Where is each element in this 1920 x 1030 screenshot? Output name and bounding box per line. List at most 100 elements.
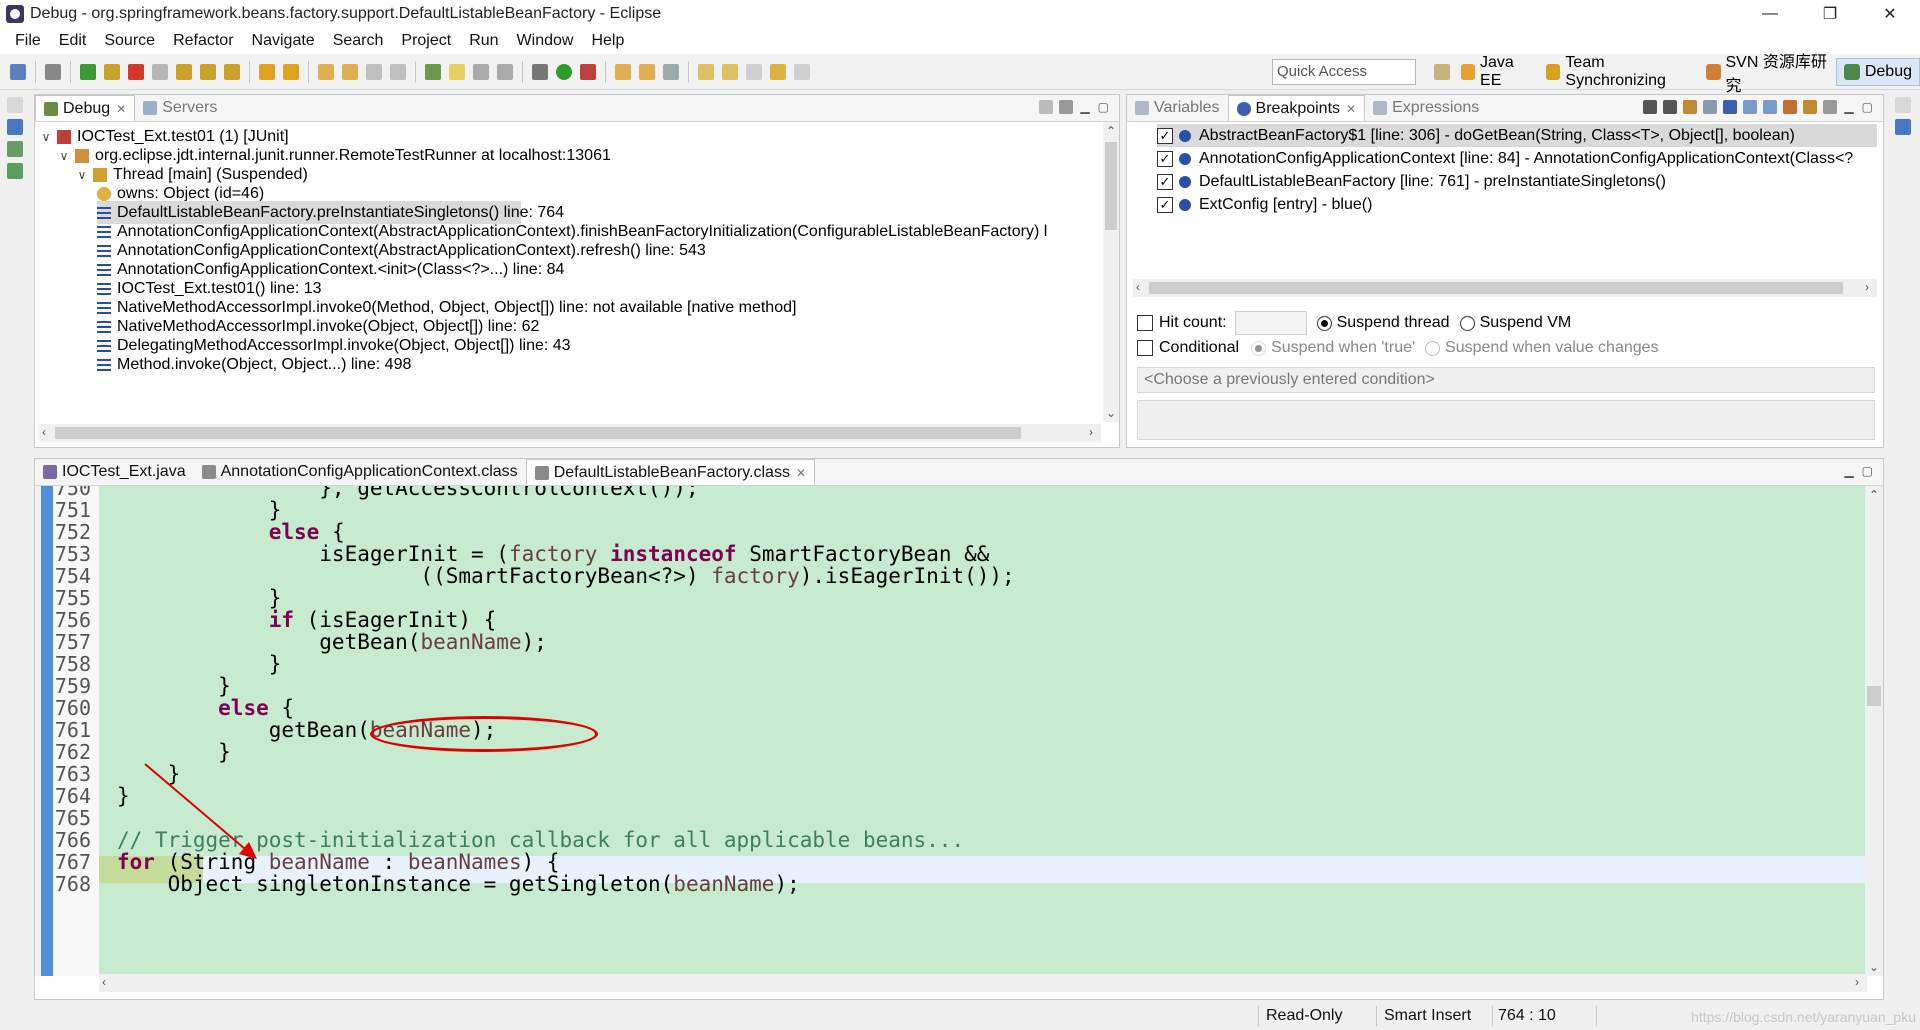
code-line[interactable]: } <box>117 783 130 810</box>
scroll-down-icon[interactable]: ⌄ <box>1106 406 1116 420</box>
remove-terminated-icon[interactable] <box>1039 100 1054 114</box>
annotation-ruler[interactable] <box>35 486 53 976</box>
scroll-down-icon[interactable]: ⌄ <box>1869 960 1879 974</box>
navigator-icon[interactable] <box>7 163 23 179</box>
breakpoints-horizontal-scrollbar[interactable]: ‹ › <box>1133 279 1877 297</box>
block-selection-icon[interactable] <box>473 63 489 80</box>
suspend-value-changes-radio[interactable] <box>1425 340 1441 356</box>
close-tab-icon[interactable]: ✕ <box>1346 102 1356 116</box>
menu-run[interactable]: Run <box>460 32 507 50</box>
debug-run-icon[interactable] <box>532 63 548 80</box>
collapse-icon[interactable]: ∨ <box>39 130 53 144</box>
condition-history-dropdown[interactable]: <Choose a previously entered condition> <box>1137 367 1875 393</box>
maximize-view-icon[interactable]: ▢ <box>1862 100 1873 114</box>
menu-edit[interactable]: Edit <box>50 32 96 50</box>
breakpoint-checkbox[interactable]: ✓ <box>1157 127 1173 144</box>
condition-text-area[interactable] <box>1137 400 1875 440</box>
package-explorer-icon[interactable] <box>7 119 23 135</box>
annotation-next-icon[interactable] <box>698 63 714 80</box>
resume-icon[interactable] <box>80 63 96 80</box>
terminate-icon[interactable] <box>128 63 144 80</box>
open-perspective-icon[interactable] <box>1434 64 1450 80</box>
perspective-debug[interactable]: Debug <box>1835 58 1920 86</box>
print-icon[interactable] <box>366 63 382 80</box>
perspective-team-sync[interactable]: Team Synchronizing <box>1539 54 1699 89</box>
disconnect-icon[interactable] <box>152 63 168 80</box>
stack-frame[interactable]: Method.invoke(Object, Object...) line: 4… <box>97 353 411 376</box>
collapse-all-icon[interactable] <box>1763 100 1778 114</box>
tab-variables[interactable]: Variables <box>1127 95 1228 121</box>
link-with-debug-view-icon[interactable] <box>1783 100 1798 114</box>
scroll-right-icon[interactable]: › <box>1089 425 1093 439</box>
editor-horizontal-scrollbar[interactable]: ‹ › <box>99 974 1867 992</box>
scrollbar-thumb[interactable] <box>55 427 1021 439</box>
maximize-view-icon[interactable]: ▢ <box>1098 100 1109 114</box>
close-button[interactable]: ✕ <box>1860 0 1920 28</box>
forward-icon[interactable] <box>770 63 786 80</box>
new-wizard-icon[interactable] <box>318 63 334 80</box>
save-icon[interactable] <box>10 63 26 80</box>
tab-debug[interactable]: Debug ✕ <box>35 95 136 121</box>
mark-occurrences-icon[interactable] <box>449 63 465 80</box>
menu-search[interactable]: Search <box>324 32 393 50</box>
project-explorer-icon[interactable] <box>7 141 23 157</box>
scroll-left-icon[interactable]: ‹ <box>102 975 106 989</box>
hit-count-checkbox[interactable] <box>1137 315 1153 331</box>
restore-view-icon[interactable] <box>1895 97 1911 113</box>
scrollbar-thumb[interactable] <box>1867 686 1881 706</box>
remove-all-breakpoints-icon[interactable] <box>1663 100 1678 114</box>
restore-view-icon[interactable] <box>7 97 23 113</box>
conditional-checkbox[interactable] <box>1137 340 1153 356</box>
open-project-icon[interactable] <box>639 63 655 80</box>
tab-annotation-config-context[interactable]: AnnotationConfigApplicationContext.class <box>194 459 526 485</box>
search-tool-icon[interactable] <box>663 63 679 80</box>
scroll-up-icon[interactable]: ⌃ <box>1106 124 1116 138</box>
close-tab-icon[interactable]: ✕ <box>796 466 806 480</box>
menu-file[interactable]: File <box>6 32 50 50</box>
tab-breakpoints[interactable]: Breakpoints ✕ <box>1227 95 1366 121</box>
close-tab-icon[interactable]: ✕ <box>116 102 126 116</box>
tab-ioctest-ext[interactable]: IOCTest_Ext.java <box>35 459 194 485</box>
tab-expressions[interactable]: Expressions <box>1365 95 1487 121</box>
tab-default-listable-bean-factory[interactable]: DefaultListableBeanFactory.class ✕ <box>525 459 816 485</box>
menu-project[interactable]: Project <box>392 32 460 50</box>
scroll-up-icon[interactable]: ⌃ <box>1869 488 1879 502</box>
menu-window[interactable]: Window <box>508 32 583 50</box>
menu-refactor[interactable]: Refactor <box>164 32 242 50</box>
scrollbar-thumb[interactable] <box>1105 142 1117 230</box>
quick-access-input[interactable]: Quick Access <box>1272 59 1416 85</box>
menu-source[interactable]: Source <box>95 32 164 50</box>
breakpoint-item-selected[interactable]: ✓ AbstractBeanFactory$1 [line: 306] - do… <box>1157 124 1877 147</box>
add-java-exception-icon[interactable] <box>1803 100 1818 114</box>
annotation-prev-icon[interactable] <box>722 63 738 80</box>
show-whitespace-icon[interactable] <box>497 63 513 80</box>
use-step-filters-icon[interactable] <box>283 63 299 80</box>
code-area[interactable]: 750 751 752 753 754 755 756 757 758 759 … <box>35 486 1867 976</box>
editor-vertical-scrollbar[interactable]: ⌃ ⌄ <box>1865 486 1883 976</box>
suspend-vm-radio[interactable] <box>1459 315 1475 331</box>
suspend-when-true-radio[interactable] <box>1251 340 1267 356</box>
run-icon[interactable] <box>556 63 572 80</box>
step-return-icon[interactable] <box>224 63 240 80</box>
maximize-view-icon[interactable]: ▢ <box>1862 464 1873 478</box>
collapse-icon[interactable]: ∨ <box>57 149 71 163</box>
perspective-java-ee[interactable]: Java EE <box>1454 54 1539 89</box>
new-server-icon[interactable] <box>342 63 358 80</box>
open-type-icon[interactable] <box>425 63 441 80</box>
code-line[interactable]: Object singletonInstance = getSingleton(… <box>117 871 800 898</box>
restore-button[interactable]: ❐ <box>1800 0 1860 28</box>
view-menu-icon[interactable] <box>1823 100 1838 114</box>
suspend-icon[interactable] <box>104 63 120 80</box>
skip-breakpoints-icon[interactable] <box>45 63 61 80</box>
view-menu-icon[interactable] <box>1059 100 1074 114</box>
breakpoint-checkbox[interactable]: ✓ <box>1157 150 1173 167</box>
step-into-icon[interactable] <box>176 63 192 80</box>
minimize-view-icon[interactable]: ▁ <box>1844 464 1853 478</box>
show-supported-breakpoints-icon[interactable] <box>1683 100 1698 114</box>
drop-to-frame-icon[interactable] <box>259 63 275 80</box>
minimize-button[interactable]: — <box>1740 0 1800 28</box>
breakpoint-item[interactable]: ✓ DefaultListableBeanFactory [line: 761]… <box>1157 170 1666 193</box>
debug-vertical-scrollbar[interactable]: ⌃ ⌄ <box>1103 122 1119 422</box>
scroll-left-icon[interactable]: ‹ <box>1136 280 1140 294</box>
suspend-thread-radio[interactable] <box>1316 315 1332 331</box>
